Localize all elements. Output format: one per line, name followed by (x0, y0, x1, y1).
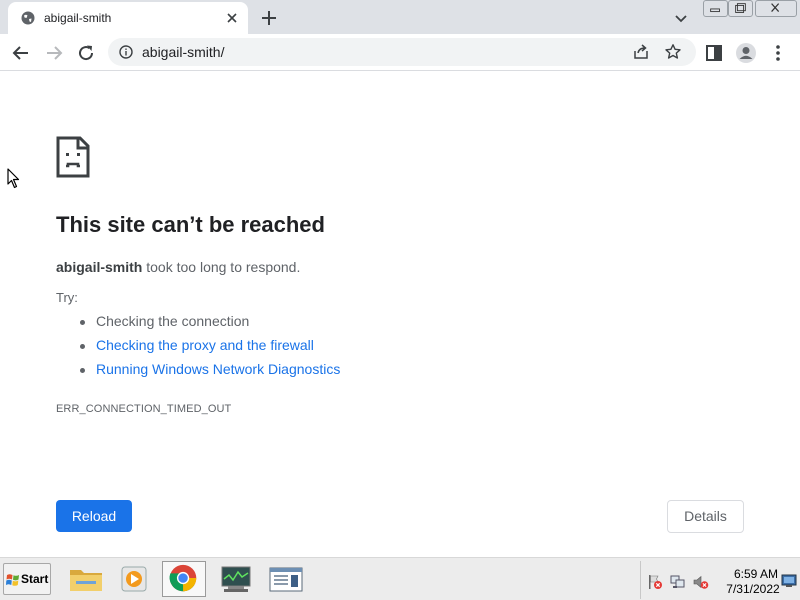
network-diagnostics-link[interactable]: Running Windows Network Diagnostics (96, 361, 340, 377)
start-label: Start (21, 572, 49, 586)
globe-icon (21, 11, 35, 25)
close-window-icon[interactable] (755, 0, 797, 17)
desktop-icon[interactable] (781, 573, 797, 589)
start-button[interactable]: Start (3, 563, 51, 595)
clock-date[interactable]: 7/31/2022 (721, 582, 785, 596)
reload-icon[interactable] (74, 41, 98, 65)
suggestion-network-diagnostics[interactable]: Running Windows Network Diagnostics (78, 361, 340, 385)
suggestion-check-connection: Checking the connection (78, 313, 340, 337)
task-manager-icon[interactable] (214, 561, 258, 597)
tab-search-icon[interactable] (670, 7, 692, 29)
proxy-firewall-link[interactable]: Checking the proxy and the firewall (96, 337, 314, 353)
profile-icon[interactable] (734, 41, 758, 65)
details-button[interactable]: Details (667, 500, 744, 533)
sad-page-icon (56, 136, 90, 178)
error-title: This site can’t be reached (56, 212, 325, 237)
clock-time[interactable]: 6:59 AM (726, 567, 786, 581)
browser-tab[interactable]: abigail-smith (8, 2, 248, 34)
info-icon[interactable] (119, 45, 133, 59)
windows-flag-icon (6, 574, 19, 586)
error-message: took too long to respond. (142, 259, 301, 275)
suggestion-check-proxy-firewall[interactable]: Checking the proxy and the firewall (78, 337, 340, 361)
share-icon[interactable] (632, 43, 650, 61)
restore-icon[interactable] (728, 0, 753, 17)
taskbar: Start 6:59 AM 7/31/2022 (0, 556, 800, 600)
volume-muted-icon[interactable] (693, 574, 709, 590)
error-code: ERR_CONNECTION_TIMED_OUT (56, 403, 232, 415)
reload-button[interactable]: Reload (56, 500, 132, 532)
forward-icon[interactable] (42, 41, 66, 65)
window-controls (703, 0, 797, 18)
network-icon[interactable] (670, 574, 686, 590)
media-player-icon[interactable] (112, 561, 156, 597)
tab-title: abigail-smith (44, 11, 112, 25)
network-error-icon[interactable] (647, 574, 663, 590)
suggestions-list: Checking the connection Checking the pro… (78, 313, 340, 385)
chrome-icon[interactable] (162, 561, 206, 597)
side-panel-icon[interactable] (702, 41, 726, 65)
system-tray: 6:59 AM 7/31/2022 (640, 561, 798, 599)
address-bar[interactable]: abigail-smith/ (108, 38, 696, 66)
window-app-icon[interactable] (264, 561, 308, 597)
menu-icon[interactable] (766, 41, 790, 65)
new-tab-icon[interactable] (258, 7, 280, 29)
close-tab-icon[interactable] (224, 10, 240, 26)
error-host: abigail-smith (56, 259, 143, 275)
minimize-icon[interactable] (703, 0, 728, 17)
browser-toolbar: abigail-smith/ (0, 34, 800, 71)
back-icon[interactable] (9, 41, 33, 65)
error-description: abigail-smith took too long to respond. (56, 259, 300, 275)
url-text[interactable]: abigail-smith/ (142, 44, 224, 60)
mouse-cursor-icon (7, 168, 20, 189)
star-icon[interactable] (664, 43, 682, 61)
file-explorer-icon[interactable] (64, 561, 108, 597)
try-label: Try: (56, 290, 78, 305)
tab-strip: abigail-smith (0, 0, 800, 34)
